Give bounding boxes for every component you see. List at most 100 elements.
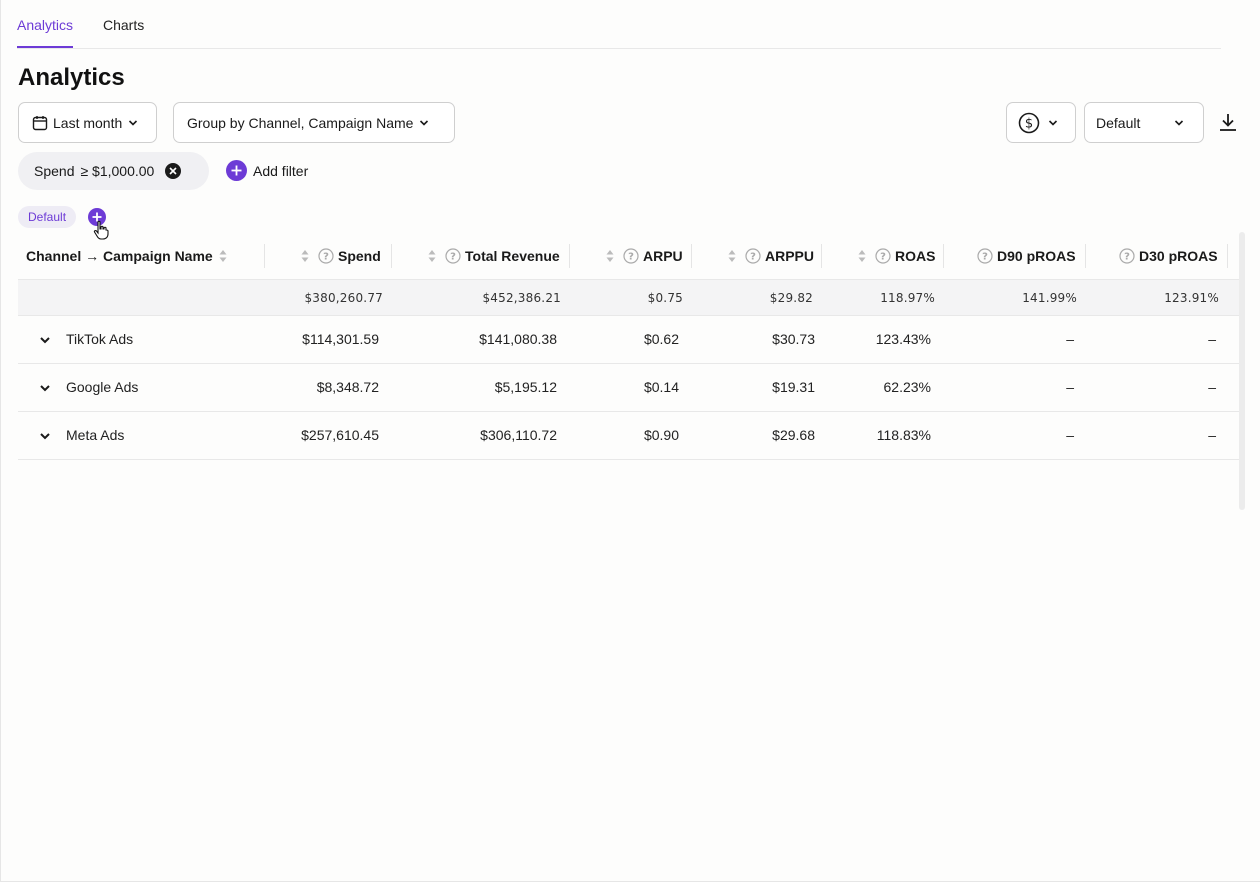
chevron-down-icon [129,119,138,126]
date-range-label: Last month [53,114,123,131]
table-row[interactable]: TikTok Ads $114,301.59 $141,080.38 $0.62… [18,316,1244,364]
chevron-down-icon [1174,119,1184,126]
column-divider [1227,244,1228,268]
column-header-channel[interactable]: Channel → Campaign Name [26,232,227,279]
chevron-down-icon[interactable] [39,383,51,393]
plus-icon [226,160,247,181]
cell-total-revenue: $141,080.38 [479,331,557,347]
chevron-down-icon [420,119,429,126]
cell-d30-proas: – [1208,379,1216,395]
column-header-label: Spend [338,247,381,264]
saved-view-chip[interactable]: Default [18,206,77,228]
tab-bar: Analytics Charts [17,0,1221,49]
cell-arppu: $19.31 [772,379,815,395]
add-filter-button[interactable]: Add filter [226,160,308,181]
chevron-down-icon[interactable] [39,335,51,345]
column-header-label: D30 pROAS [1139,247,1218,264]
sort-icon[interactable] [858,249,866,263]
cell-d90-proas: – [1066,427,1074,443]
group-by-dropdown[interactable]: Group by Channel, Campaign Name [173,102,455,143]
column-divider [1085,244,1086,268]
view-select-label: Default [1096,114,1141,131]
cell-total-revenue: $306,110.72 [480,427,557,443]
help-icon[interactable]: ? [977,247,993,264]
filter-chip-spend[interactable]: Spend ≥ $1,000.00 [18,152,209,190]
view-select-dropdown[interactable]: Default [1084,102,1204,143]
column-header-roas[interactable]: ? ROAS [858,232,935,279]
help-icon[interactable]: ? [623,247,639,264]
total-arpu: $0.75 [647,291,683,305]
currency-dropdown[interactable]: $ [1006,102,1076,143]
help-icon[interactable]: ? [445,247,461,264]
column-header-arppu[interactable]: ? ARPPU [728,232,814,279]
column-header-total-revenue[interactable]: ? Total Revenue [428,232,560,279]
table-row[interactable]: Meta Ads $257,610.45 $306,110.72 $0.90 $… [18,412,1244,460]
column-header-label: Total Revenue [465,247,560,264]
column-header-label: ARPU [643,247,683,264]
cell-roas: 118.83% [876,427,931,443]
cell-spend: $8,348.72 [316,379,379,395]
svg-text:?: ? [982,251,988,262]
totals-row: $380,260.77 $452,386.21 $0.75 $29.82 118… [18,279,1244,316]
cell-arppu: $30.73 [772,331,815,347]
help-icon[interactable]: ? [318,247,334,264]
cell-roas: 123.43% [875,331,931,347]
svg-text:$: $ [1025,116,1033,131]
svg-text:?: ? [323,251,329,262]
column-header-label: ROAS [895,247,936,264]
download-icon[interactable] [1218,112,1238,132]
column-header-d90-proas[interactable]: ? D90 pROAS [977,232,1076,279]
cell-spend: $257,610.45 [301,427,379,443]
sort-icon[interactable] [301,249,309,263]
cell-d90-proas: – [1066,331,1074,347]
table-row[interactable]: Google Ads $8,348.72 $5,195.12 $0.14 $19… [18,364,1244,412]
sort-icon[interactable] [728,249,736,263]
date-range-dropdown[interactable]: Last month [18,102,157,143]
cell-arpu: $0.14 [643,379,679,395]
cell-total-revenue: $5,195.12 [494,379,557,395]
column-header-label: ARPPU [765,247,815,264]
column-header-d30-proas[interactable]: ? D30 pROAS [1119,232,1218,279]
sort-icon[interactable] [606,249,614,263]
sort-icon[interactable] [428,249,436,263]
sort-icon[interactable] [219,249,227,263]
total-revenue: $452,386.21 [482,291,561,305]
cell-d90-proas: – [1066,379,1074,395]
remove-filter-icon[interactable] [165,163,182,179]
column-divider [569,244,570,268]
cell-d30-proas: – [1208,331,1216,347]
dollar-circle-icon: $ [1018,112,1040,133]
column-header-arpu[interactable]: ? ARPU [606,232,683,279]
cell-arpu: $0.90 [643,427,679,443]
total-spend: $380,260.77 [304,291,383,305]
chevron-down-icon[interactable] [39,431,51,441]
column-divider [391,244,392,268]
column-divider [943,244,944,268]
column-divider [264,244,265,268]
channel-name: Meta Ads [66,427,125,443]
help-icon[interactable]: ? [1119,247,1135,264]
help-icon[interactable]: ? [875,247,891,264]
total-d90-proas: 141.99% [1022,291,1077,305]
tab-charts[interactable]: Charts [103,17,144,33]
cell-arpu: $0.62 [643,331,679,347]
page-title: Analytics [18,64,125,91]
add-filter-label: Add filter [253,162,309,179]
column-divider [821,244,822,268]
column-header-spend[interactable]: ? Spend [301,232,381,279]
chevron-down-icon [1048,119,1058,126]
channel-name: Google Ads [66,379,139,395]
total-d30-proas: 123.91% [1164,291,1219,305]
column-divider [691,244,692,268]
help-icon[interactable]: ? [745,247,761,264]
cell-arppu: $29.68 [772,427,815,443]
tab-analytics[interactable]: Analytics [17,17,74,48]
total-roas: 118.97% [880,291,935,305]
column-header-label: D90 pROAS [997,247,1076,264]
table-scrollbar[interactable] [1239,232,1245,510]
svg-text:?: ? [1124,251,1130,262]
channel-name: TikTok Ads [66,331,134,347]
filter-value: ≥ $1,000.00 [80,163,155,179]
cell-spend: $114,301.59 [302,331,379,347]
svg-text:?: ? [880,251,886,262]
